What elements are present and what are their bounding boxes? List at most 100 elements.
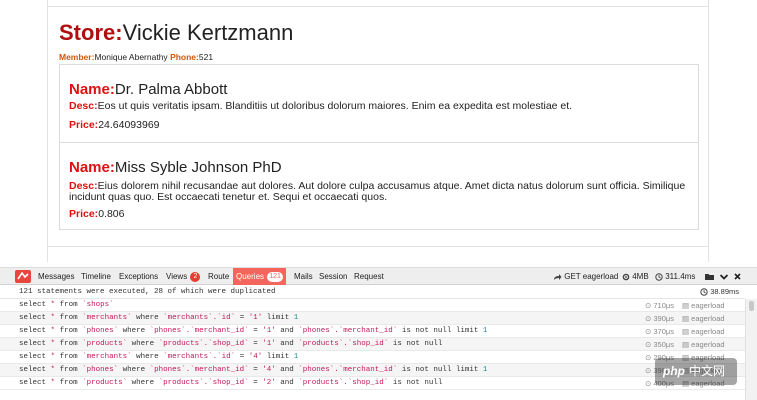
request-indicator[interactable]: GET eagerload [553,268,618,285]
query-connection: ▤ eagerload [682,327,725,336]
sql-keyword: from [59,353,78,361]
query-time: ⊙ 350μs [645,340,674,349]
sql-column: `phones`.`merchant_id` [298,327,398,335]
bottom-divider [47,246,709,247]
phone-label: Phone: [170,52,199,62]
tab-timeline[interactable]: Timeline [78,268,114,285]
query-connection-value: eagerload [691,301,725,310]
sql-operator: = [239,314,245,322]
request-label: GET eagerload [564,272,619,281]
folder-open-icon [705,273,714,280]
sql-column: `merchants`.`id` [163,314,236,322]
sql-keyword: select [19,314,47,322]
clock-icon [700,288,708,296]
sql-column: `merchants`.`id` [163,353,236,361]
query-row[interactable]: select * from `merchants` where `merchan… [0,351,745,364]
sql-operator: = [253,366,258,374]
sql-value: '1' [248,314,263,322]
sql-keyword: select [19,366,47,374]
phone-value: 521 [198,52,214,62]
sql-column: `products`.`shop_id` [158,340,249,348]
sql-keyword: limit [455,366,479,374]
queries-scrollbar[interactable] [745,299,757,400]
sql-star: * [50,379,56,387]
sql-keyword: select [19,379,47,387]
memory-value: 4MB [632,272,649,281]
chevron-down-icon [720,274,728,280]
sql-keyword: where [122,366,146,374]
query-row[interactable]: select * from `merchants` where `merchan… [0,312,745,325]
product-desc: Desc:Eius dolorem nihil recusandae aut d… [69,181,694,203]
tab-views-label: Views [166,272,188,281]
query-time-value: 370μs [653,327,674,336]
tab-queries[interactable]: Queries 121 [233,268,286,285]
store-title: Store:Vickie Kertzmann [59,20,293,46]
sql-keyword: limit [266,314,290,322]
sql-table: `products` [82,340,128,348]
query-connection: ▤ eagerload [682,314,725,323]
tab-exceptions[interactable]: Exceptions [116,268,161,285]
query-time: ⊙ 390μs [645,314,674,323]
memory-indicator: 4MB [622,268,649,285]
sql-keyword: from [59,301,78,309]
query-time-value: 350μs [653,340,674,349]
query-row[interactable]: select * from `phones` where `phones`.`m… [0,325,745,338]
sql-number: 1 [293,314,299,322]
sql-table: `merchants` [82,314,132,322]
tab-queries-label: Queries [236,272,265,281]
sql-number: 1 [293,353,299,361]
query-row[interactable]: select * from `products` where `products… [0,377,745,390]
product-price-label: Price: [69,208,99,220]
sql-table: `merchants` [82,353,132,361]
query-row[interactable]: select * from `phones` where `phones`.`m… [0,364,745,377]
sql-operator: = [253,340,258,348]
sql-keyword: select [19,340,47,348]
sql-star: * [50,301,56,309]
summary-duration-value: 38.89ms [710,287,739,296]
products-list: Name:Dr. Palma Abbott Desc:Eos ut quis v… [59,64,699,230]
sql-keyword: from [59,327,78,335]
sql-keyword: where [122,327,146,335]
sql-table: `phones` [82,327,119,335]
product-name: Name:Miss Syble Johnson PhD [69,159,282,176]
product-price-value: 24.64093969 [98,119,160,131]
debugbar: Messages Timeline Exceptions Views 2 Rou… [0,267,757,400]
minimize-button[interactable] [720,268,728,285]
tab-messages[interactable]: Messages [35,268,77,285]
share-icon [554,273,562,280]
query-time-value: 390μs [653,314,674,323]
tab-session[interactable]: Session [316,268,350,285]
sql-table: `phones` [82,366,119,374]
query-connection-value: eagerload [691,314,725,323]
product-desc: Desc:Eos ut quis veritatis ipsam. Blandi… [69,101,694,112]
sql-keyword: and [280,327,294,335]
sql-value: '1' [262,327,276,335]
open-handler[interactable] [705,268,715,285]
cogs-icon [622,273,630,281]
debugbar-logo-icon[interactable] [15,270,31,283]
store-label: Store: [59,20,123,45]
product-card: Name:Miss Syble Johnson PhD Desc:Eius do… [60,143,698,229]
sql-keyword: from [59,366,78,374]
queries-count-badge: 121 [267,271,283,282]
sql-operator: = [253,379,258,387]
close-button[interactable] [734,268,741,285]
sql-keyword: is not null [401,366,452,374]
sql-keyword: limit [455,327,479,335]
product-name-value: Dr. Palma Abbott [114,81,228,98]
query-connection-value: eagerload [691,327,725,336]
sql-keyword: and [280,366,294,374]
query-connection: ▤ eagerload [682,301,725,310]
tab-route[interactable]: Route [205,268,232,285]
tab-mails[interactable]: Mails [291,268,316,285]
product-price: Price:0.806 [69,208,124,220]
sql-number: 1 [482,327,488,335]
tab-views[interactable]: Views 2 [163,268,203,285]
sql-keyword: where [136,314,159,322]
tab-request[interactable]: Request [351,268,387,285]
member-name: Monique Abernathy [94,52,168,62]
query-row[interactable]: select * from `shops` ⊙ 710μs ▤ eagerloa… [0,299,745,312]
scrollbar-thumb[interactable] [749,301,754,311]
queries-total-duration: 38.89ms [700,285,739,299]
query-row[interactable]: select * from `products` where `products… [0,338,745,351]
